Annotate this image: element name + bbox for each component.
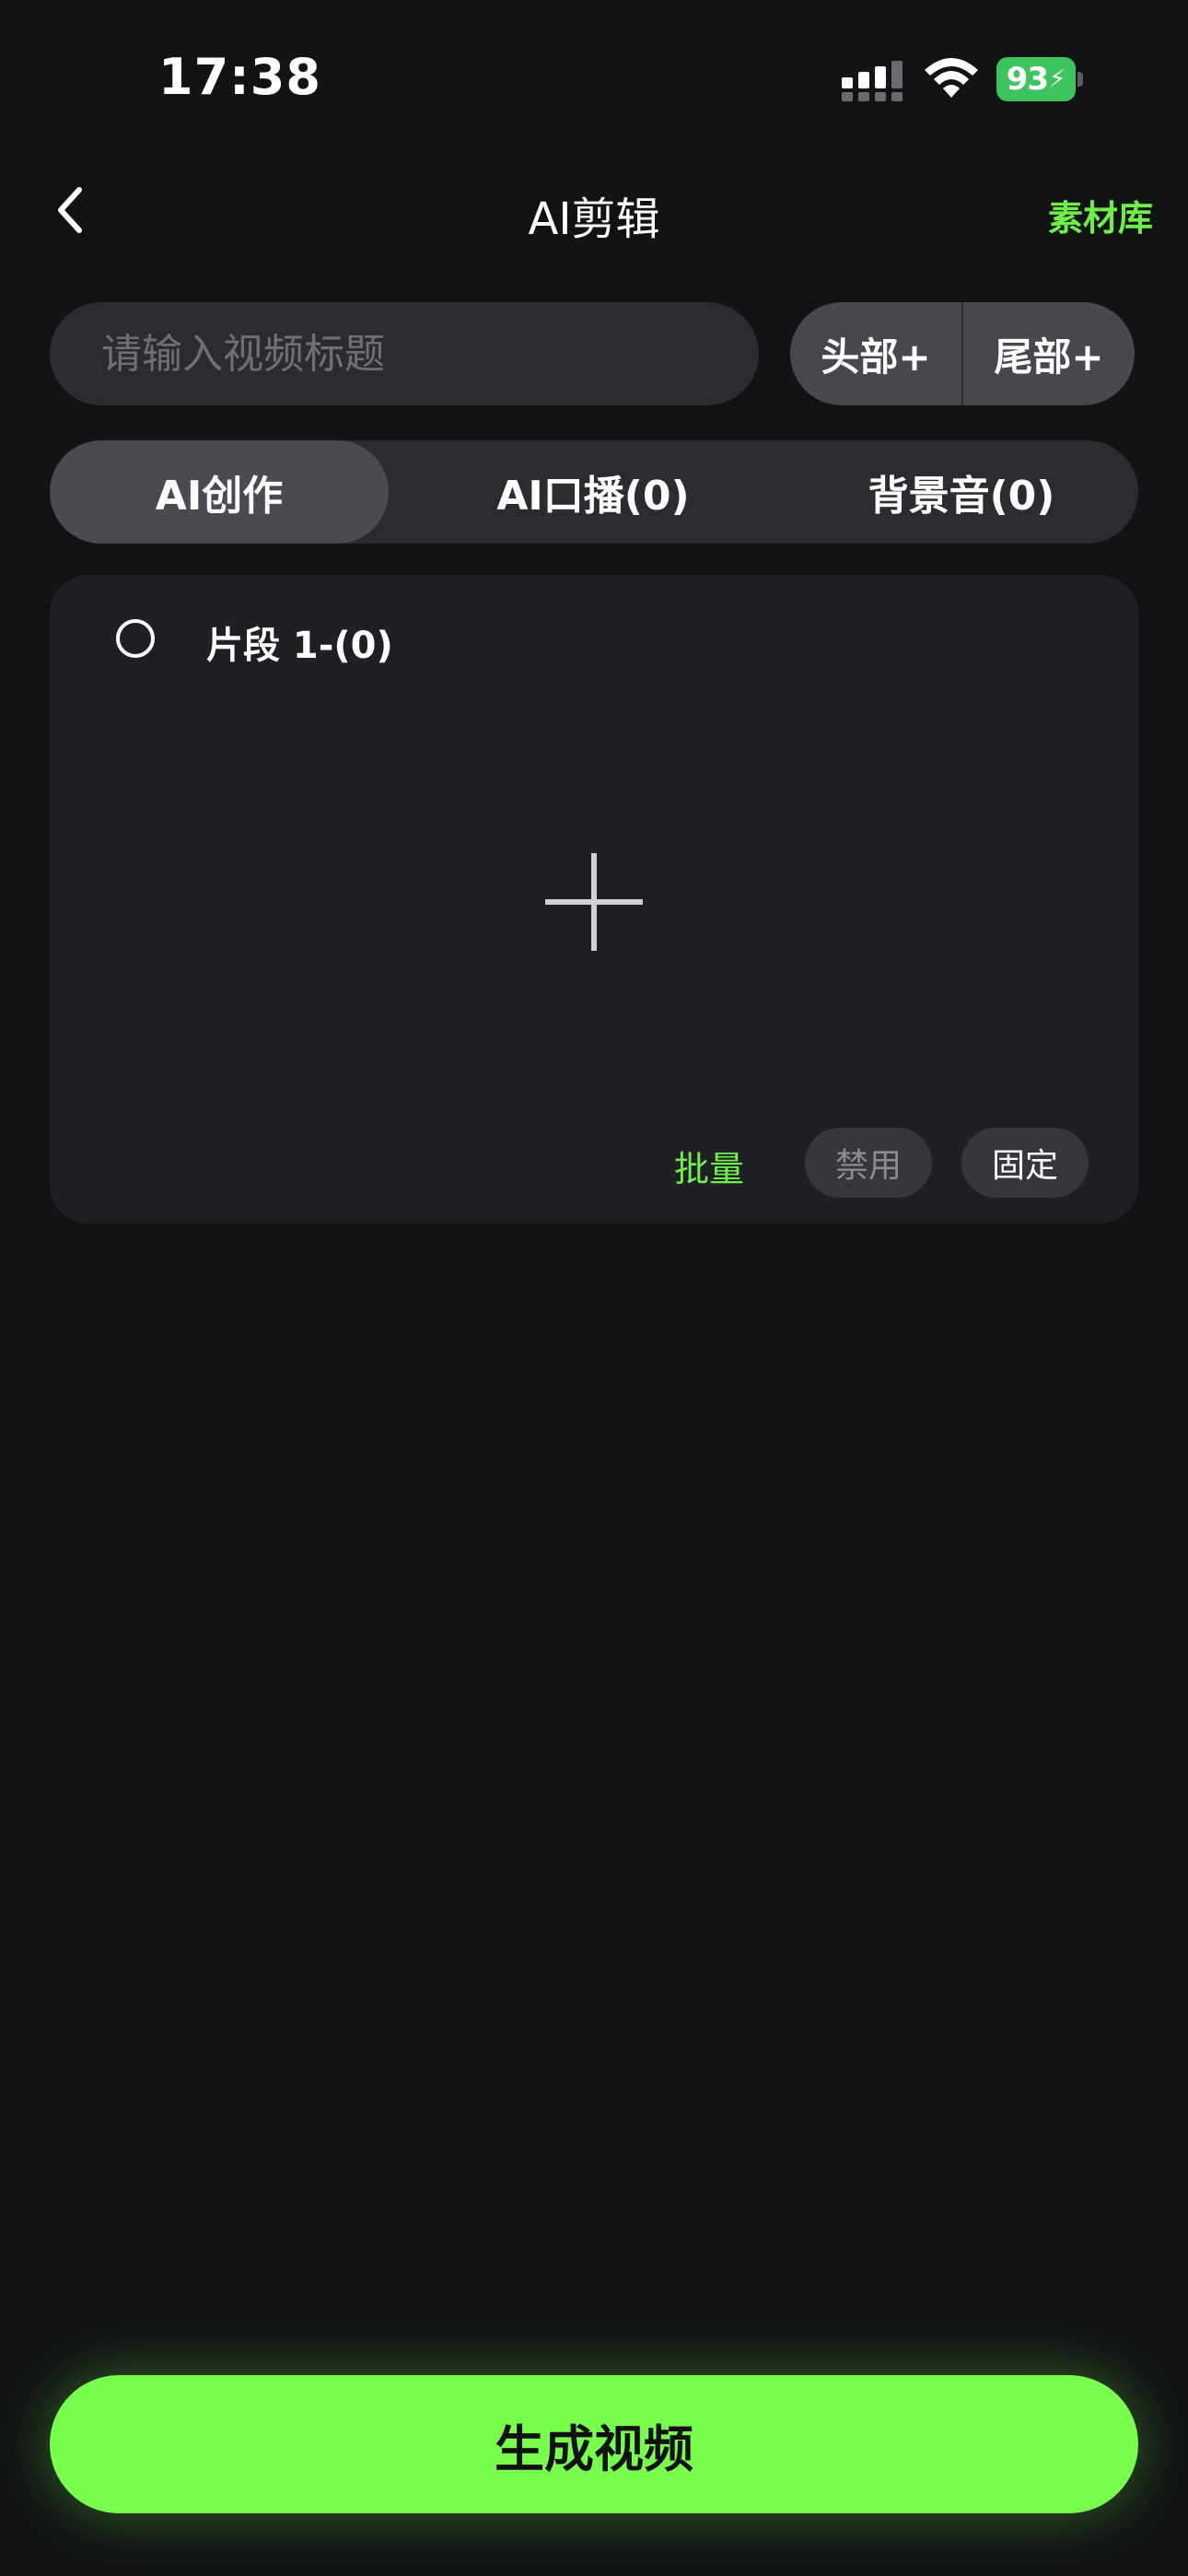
add-head-button[interactable]: 头部+ bbox=[790, 302, 961, 405]
battery-level: 93 ⚡ bbox=[996, 57, 1076, 101]
wifi-icon bbox=[925, 58, 978, 98]
generate-video-button[interactable]: 生成视频 bbox=[50, 2375, 1138, 2513]
segment-card: 片段 1-(0) 批量 禁用 固定 bbox=[50, 575, 1138, 1224]
tab-bar: AI创作 AI口播(0) 背景音(0) bbox=[50, 440, 1138, 544]
fix-button[interactable]: 固定 bbox=[961, 1128, 1089, 1198]
cellular-signal-icon bbox=[842, 61, 903, 101]
status-bar: 17:38 93 ⚡ bbox=[0, 0, 1188, 157]
head-tail-group: 头部+ 尾部+ bbox=[790, 302, 1135, 405]
video-title-input[interactable] bbox=[50, 302, 759, 405]
page-title: AI剪辑 bbox=[528, 193, 660, 245]
status-time: 17:38 bbox=[158, 48, 321, 106]
tab-ai-voiceover[interactable]: AI口播(0) bbox=[409, 440, 777, 544]
add-tail-button[interactable]: 尾部+ bbox=[963, 302, 1135, 405]
segment-label: 片段 1-(0) bbox=[206, 625, 393, 667]
segment-select-radio[interactable] bbox=[116, 619, 155, 658]
plus-icon[interactable] bbox=[543, 851, 645, 953]
battery-icon: 93 ⚡ bbox=[996, 57, 1085, 101]
battery-percent: 93 bbox=[1006, 61, 1049, 98]
battery-nub bbox=[1077, 72, 1083, 87]
disable-button[interactable]: 禁用 bbox=[805, 1128, 932, 1198]
material-library-link[interactable]: 素材库 bbox=[1048, 190, 1153, 240]
tab-ai-create[interactable]: AI创作 bbox=[50, 440, 389, 544]
batch-button[interactable]: 批量 bbox=[674, 1141, 744, 1191]
charging-bolt-icon: ⚡ bbox=[1049, 65, 1066, 93]
tab-background-music[interactable]: 背景音(0) bbox=[786, 440, 1136, 544]
screen: 17:38 93 ⚡ AI剪辑 素材库 请输入视频标题 头部+ 尾部+ AI创作… bbox=[0, 0, 1188, 2576]
